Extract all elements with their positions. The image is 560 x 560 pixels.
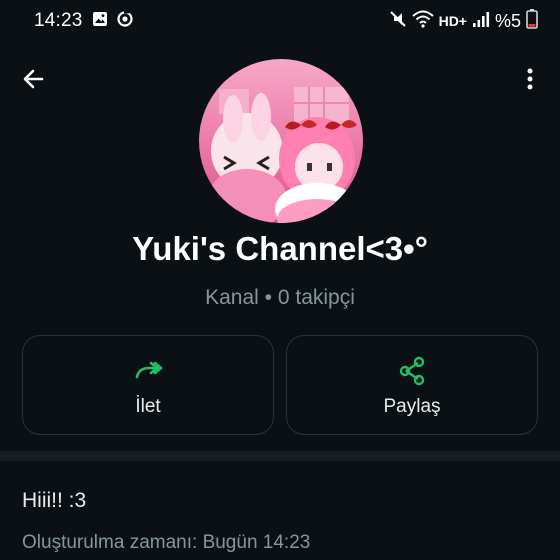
channel-avatar[interactable] [199,59,363,223]
share-label: Paylaş [383,396,441,417]
more-vert-icon [527,67,533,96]
share-icon [396,356,428,386]
status-right-group: HD+ %5 [389,8,538,34]
forward-icon [132,356,164,386]
battery-percent: %5 [494,10,521,31]
more-options-button[interactable] [516,64,544,98]
back-button[interactable] [16,64,50,98]
channel-description: Hiii!! :3 [22,489,87,512]
signal-icon [472,10,490,33]
channel-name: Yuki's Channel<3•° [132,230,428,267]
sync-icon [116,10,134,33]
status-bar: 14:23 HD+ %5 [0,0,560,42]
battery-icon [526,8,538,34]
wifi-icon [411,10,434,33]
network-label: HD+ [438,13,467,29]
mute-icon [389,10,407,33]
channel-subtitle: Kanal • 0 takipçi [205,286,355,309]
channel-created-date: Oluşturulma zamanı: Bugün 14:23 [22,532,311,553]
forward-button[interactable]: İlet [22,335,274,435]
status-time: 14:23 [34,10,83,31]
forward-label: İlet [135,396,161,417]
section-divider [0,451,560,461]
gallery-icon [92,11,108,32]
share-button[interactable]: Paylaş [286,335,538,435]
arrow-left-icon [21,67,45,96]
